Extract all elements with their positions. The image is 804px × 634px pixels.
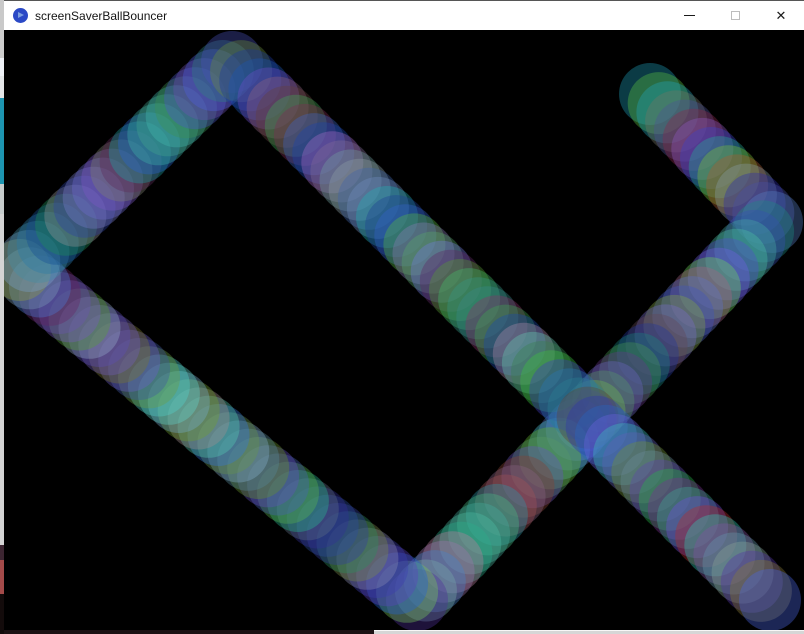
minimize-button[interactable] <box>666 1 712 30</box>
title-bar[interactable]: screenSaverBallBouncer ✕ <box>4 0 804 30</box>
bottom-sliver-dark <box>4 630 374 634</box>
ball-trail-svg <box>4 30 804 630</box>
window-controls: ✕ <box>666 1 804 30</box>
ball-trail-circle <box>739 569 801 630</box>
window-title: screenSaverBallBouncer <box>35 9 666 23</box>
ball-bouncer-canvas <box>4 30 804 630</box>
maximize-button[interactable] <box>712 1 758 30</box>
desktop-background-bottom-sliver <box>4 630 804 634</box>
maximize-icon <box>731 11 740 20</box>
close-icon: ✕ <box>776 9 787 22</box>
app-icon[interactable] <box>13 8 28 23</box>
app-window: screenSaverBallBouncer ✕ <box>4 0 804 630</box>
screen: screenSaverBallBouncer ✕ <box>0 0 804 634</box>
bottom-sliver-light <box>374 630 804 634</box>
minimize-icon <box>684 15 695 16</box>
close-button[interactable]: ✕ <box>758 1 804 30</box>
